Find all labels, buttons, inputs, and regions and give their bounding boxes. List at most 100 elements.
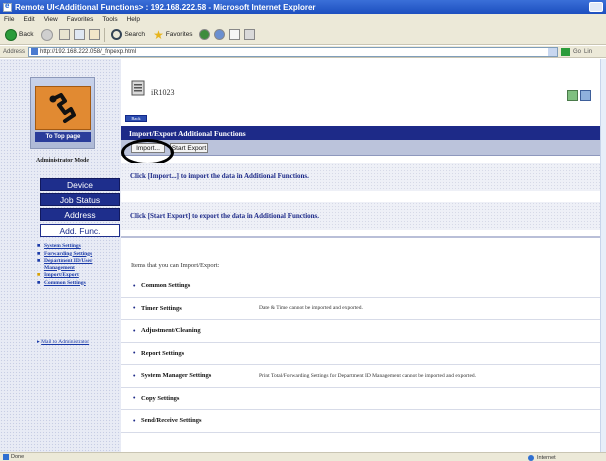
remote-ui-logo xyxy=(35,86,91,130)
menu-favorites[interactable]: Favorites xyxy=(67,16,94,23)
bullet-icon: • xyxy=(133,394,136,403)
home-icon[interactable] xyxy=(89,29,101,40)
forward-arrow-icon xyxy=(41,28,54,41)
printer-icon xyxy=(131,80,145,96)
address-url: http://192.168.222.058/_fnpexp.html xyxy=(40,48,137,55)
mail-to-administrator-link[interactable]: ▸ Mail to Administrator xyxy=(37,339,117,346)
sublink-label: System Settings xyxy=(44,243,81,249)
bullet-icon: • xyxy=(133,371,136,380)
action-button-row: Import... Start Export xyxy=(121,140,606,156)
nav-address[interactable]: Address xyxy=(40,208,120,221)
item-name: Timer Settings xyxy=(141,304,182,312)
toolbar-divider xyxy=(104,27,106,42)
mail-icon[interactable] xyxy=(228,29,240,40)
globe-icon xyxy=(528,454,534,461)
bullet-icon: • xyxy=(133,281,136,290)
list-item: • Copy Settings xyxy=(121,388,606,410)
links-label[interactable]: Lin xyxy=(584,49,592,55)
item-name: System Manager Settings xyxy=(141,372,212,380)
bullet-icon: ■ xyxy=(37,279,41,286)
item-name: Adjustment/Cleaning xyxy=(141,327,201,335)
main-panel: iR1023 Back Import/Export Additional Fun… xyxy=(121,59,606,452)
refresh-page-icon[interactable] xyxy=(567,90,578,101)
logo-panel[interactable]: To Top page xyxy=(30,77,95,149)
forward-button[interactable] xyxy=(39,27,55,43)
print-icon[interactable] xyxy=(243,29,255,40)
favorites-button[interactable]: ★ Favorites xyxy=(151,27,195,43)
bullet-icon: ■ xyxy=(37,258,41,264)
address-label: Address xyxy=(3,48,26,55)
bullet-icon: • xyxy=(133,416,136,425)
history-icon[interactable] xyxy=(213,29,225,40)
help-icon[interactable] xyxy=(580,90,591,101)
nav-job-status[interactable]: Job Status xyxy=(40,193,120,206)
menu-tools[interactable]: Tools xyxy=(102,16,117,23)
item-name: Send/Receive Settings xyxy=(141,417,202,425)
menu-bar: File Edit View Favorites Tools Help xyxy=(0,14,606,25)
to-top-page-button[interactable]: To Top page xyxy=(35,132,91,142)
start-export-button[interactable]: Start Export xyxy=(170,143,208,153)
export-description: Click [Start Export] to export the data … xyxy=(130,212,320,220)
sublink-label: Import/Export xyxy=(44,272,79,278)
section-divider xyxy=(121,236,606,238)
back-label: Back xyxy=(19,31,34,38)
device-name: iR1023 xyxy=(151,88,175,97)
sublink-system-settings[interactable]: ■ System Settings xyxy=(37,243,119,250)
item-note: Print Total/Forwarding Settings for Depa… xyxy=(259,372,477,379)
menu-view[interactable]: View xyxy=(44,16,58,23)
section-title: Import/Export Additional Functions xyxy=(121,126,606,140)
left-sidebar: To Top page Administrator Mode Device Jo… xyxy=(0,59,121,452)
nav-device[interactable]: Device xyxy=(40,178,120,191)
item-name: Common Settings xyxy=(141,282,191,290)
status-text: Done xyxy=(11,454,25,460)
refresh-icon[interactable] xyxy=(74,29,86,40)
sublink-label: Department ID/User Management xyxy=(44,258,93,271)
sublink-import-export[interactable]: ■ Import/Export xyxy=(37,272,119,279)
window-title-bar: Remote UI<Additional Functions> : 192.16… xyxy=(0,0,606,14)
back-to-list-button[interactable]: Back xyxy=(125,115,147,122)
bullet-icon: • xyxy=(133,326,136,335)
back-arrow-icon xyxy=(5,28,17,41)
bullet-icon: • xyxy=(133,304,136,313)
go-arrow-icon[interactable] xyxy=(561,47,571,56)
list-item: • Send/Receive Settings xyxy=(121,410,606,433)
go-label[interactable]: Go xyxy=(573,49,581,55)
address-bar: Address http://192.168.222.058/_fnpexp.h… xyxy=(0,46,606,58)
items-intro: Items that you can Import/Export: xyxy=(131,262,220,269)
list-item: • Common Settings xyxy=(121,275,606,298)
vertical-scrollbar[interactable] xyxy=(600,59,606,452)
back-button[interactable]: Back xyxy=(3,27,35,43)
media-icon[interactable] xyxy=(198,29,210,40)
sublink-common-settings[interactable]: ■ Common Settings xyxy=(37,280,119,287)
admin-mode-label: Administrator Mode xyxy=(35,158,90,164)
browser-toolbar: Back Search ★ Favorites xyxy=(0,25,606,45)
item-name: Report Settings xyxy=(141,349,185,357)
menu-file[interactable]: File xyxy=(4,16,14,23)
page-done-icon xyxy=(3,454,9,460)
sublink-department-id[interactable]: ■ Department ID/User Management xyxy=(37,258,119,271)
address-dropdown-icon[interactable] xyxy=(548,47,558,56)
sub-navigation: ■ System Settings ■ Forwarding Settings … xyxy=(37,243,119,287)
menu-help[interactable]: Help xyxy=(127,16,140,23)
list-item: • System Manager Settings Print Total/Fo… xyxy=(121,365,606,388)
star-icon: ★ xyxy=(153,27,164,42)
annotation-circle xyxy=(121,139,174,166)
stop-icon[interactable] xyxy=(59,29,71,40)
address-input[interactable]: http://192.168.222.058/_fnpexp.html xyxy=(28,46,559,57)
sublink-label: Forwarding Settings xyxy=(44,250,93,257)
bullet-icon: ■ xyxy=(37,243,41,249)
status-bar: Done Internet xyxy=(0,452,606,461)
menu-edit[interactable]: Edit xyxy=(23,16,34,23)
ie-icon xyxy=(3,1,12,12)
window-close-button[interactable] xyxy=(589,2,603,12)
zone-label: Internet xyxy=(537,454,556,461)
current-bullet-icon: ■ xyxy=(37,272,41,278)
sublink-forwarding-settings[interactable]: ■ Forwarding Settings xyxy=(37,251,119,258)
bullet-icon: • xyxy=(133,349,136,358)
search-button[interactable]: Search xyxy=(109,27,147,43)
hook-icon xyxy=(49,93,76,123)
nav-add-func[interactable]: Add. Func. xyxy=(40,224,120,237)
mail-label: Mail to Administrator xyxy=(41,339,90,345)
importable-items-list: • Common Settings • Timer Settings Date … xyxy=(121,275,606,433)
list-item: • Adjustment/Cleaning xyxy=(121,320,606,343)
